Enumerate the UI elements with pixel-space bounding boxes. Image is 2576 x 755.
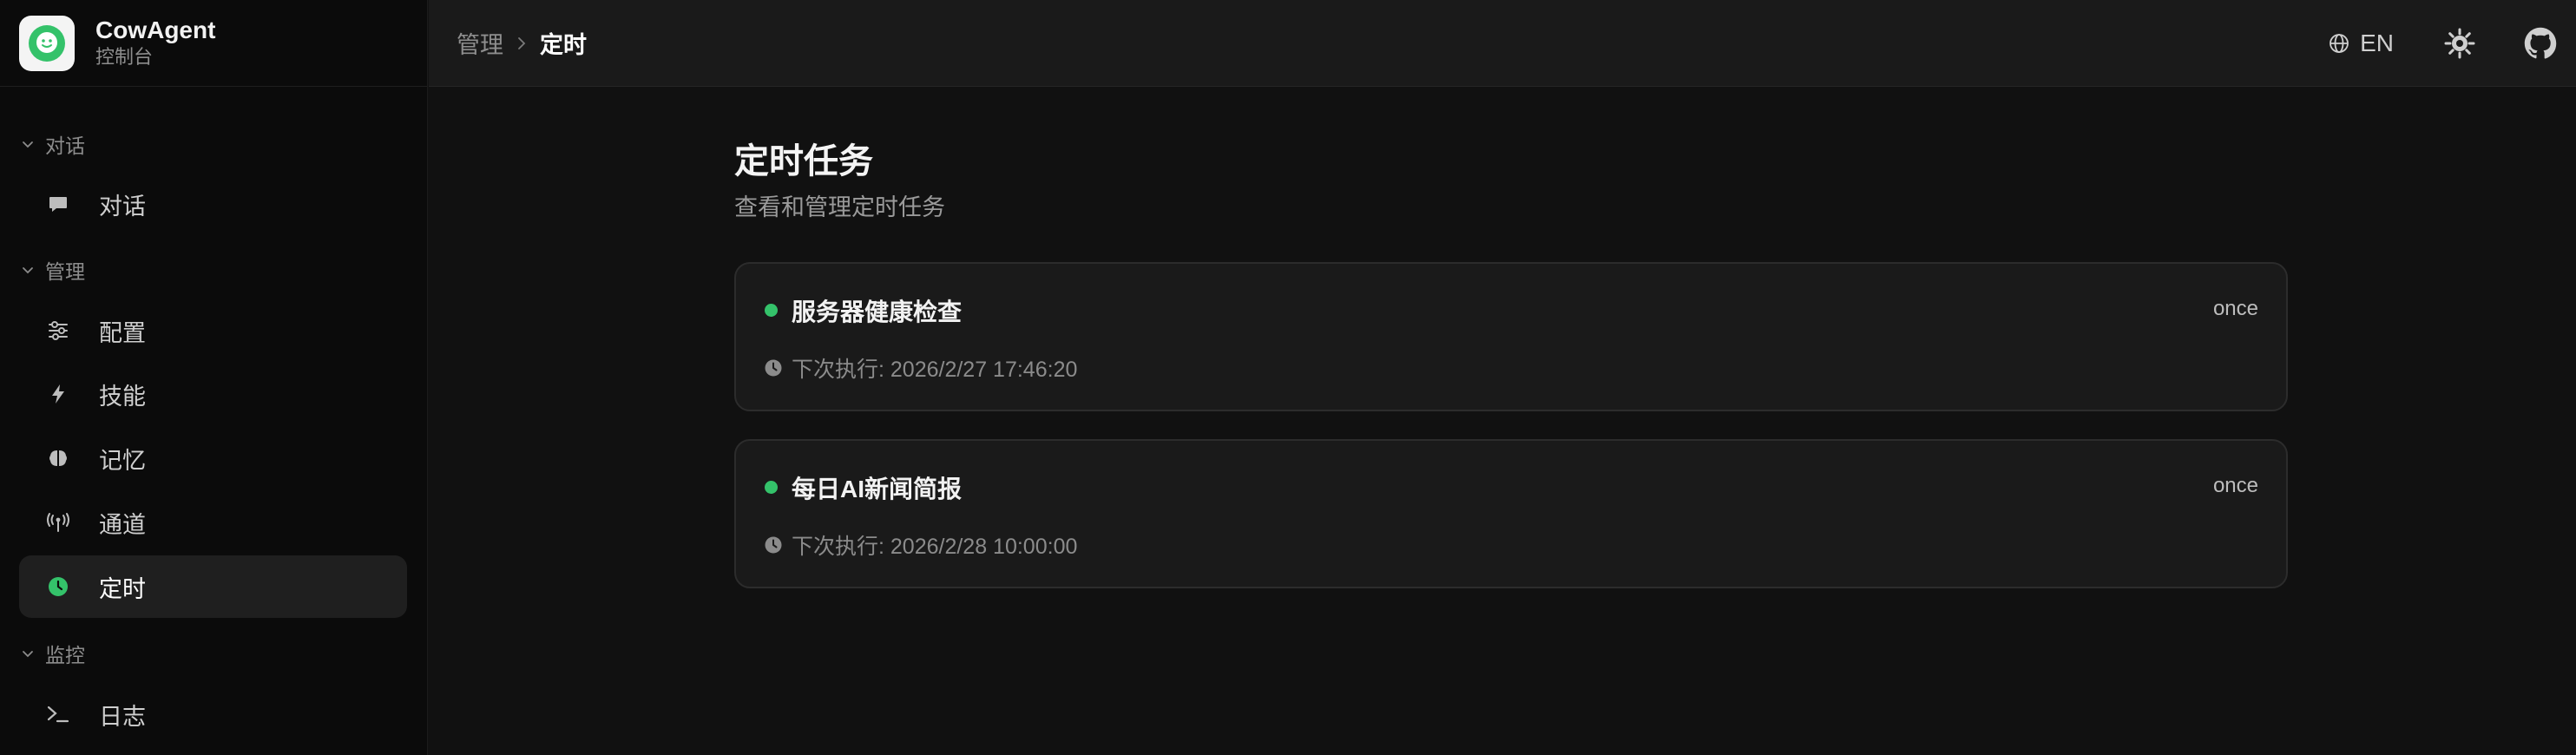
sidebar-item-channels[interactable]: 通道 [19, 491, 407, 554]
topbar-actions: EN [2329, 0, 2576, 87]
clock-icon [43, 572, 73, 601]
page-title: 定时任务 [734, 142, 873, 181]
chat-bubble-smile-icon [19, 15, 75, 71]
chevron-right-icon [516, 36, 528, 51]
chevron-down-icon [23, 267, 33, 274]
task-next-run: 下次执行: 2026/2/27 17:46:20 [764, 352, 1077, 384]
page-subtitle: 查看和管理定时任务 [734, 194, 945, 220]
brand-subtitle: 控制台 [95, 45, 154, 68]
task-schedule-type: once [2212, 474, 2258, 497]
nav-group-manage[interactable]: 管理 [21, 253, 85, 287]
brand[interactable]: CowAgent 控制台 [0, 0, 427, 87]
status-dot [765, 304, 778, 317]
message-icon [43, 189, 73, 219]
sidebar-item-label: 通道 [99, 511, 146, 538]
breadcrumb-current: 定时 [540, 32, 587, 58]
breadcrumb-parent[interactable]: 管理 [457, 26, 503, 60]
sidebar-item-skills[interactable]: 技能 [19, 363, 407, 425]
app-window: CowAgent 控制台 对话 对话 管理 配置 技能 记忆 通道 定时 监控 … [0, 0, 2576, 755]
task-schedule-type: once [2212, 297, 2258, 320]
sidebar-item-label: 记忆 [99, 447, 146, 474]
status-dot [765, 481, 778, 494]
lightning-icon [43, 379, 73, 409]
chevron-down-icon [23, 651, 33, 658]
task-card[interactable]: 每日AI新闻简报 once 下次执行: 2026/2/28 10:00:00 [734, 439, 2288, 588]
language-label: EN [2360, 30, 2394, 56]
sidebar-item-label: 对话 [99, 193, 146, 220]
clock-icon [765, 536, 782, 554]
sidebar-item-chat[interactable]: 对话 [19, 173, 407, 235]
nav-group-chat[interactable]: 对话 [21, 127, 85, 161]
sidebar-item-schedule[interactable]: 定时 [19, 555, 407, 618]
language-toggle[interactable]: EN [2329, 30, 2394, 57]
nav-group-monitor[interactable]: 监控 [21, 636, 85, 671]
clock-icon [765, 359, 782, 377]
chevron-down-icon [23, 141, 33, 148]
topbar: 管理 定时 EN [429, 0, 2576, 87]
main-content: 定时任务 查看和管理定时任务 服务器健康检查 once 下次执行: 2026/2… [429, 88, 2576, 755]
task-next-run-text: 下次执行: 2026/2/27 17:46:20 [792, 358, 1078, 382]
sidebar-item-config[interactable]: 配置 [19, 299, 407, 362]
brain-icon [43, 443, 73, 473]
task-name: 每日AI新闻简报 [792, 476, 963, 502]
sun-icon [2444, 28, 2475, 59]
sidebar-item-label: 技能 [99, 383, 146, 410]
sidebar-item-label: 配置 [99, 319, 146, 346]
github-link[interactable] [2524, 27, 2557, 60]
theme-toggle-button[interactable] [2444, 28, 2475, 59]
task-card[interactable]: 服务器健康检查 once 下次执行: 2026/2/27 17:46:20 [734, 262, 2288, 411]
sidebar-item-logs[interactable]: 日志 [19, 683, 407, 745]
globe-icon [2330, 34, 2349, 53]
sidebar: CowAgent 控制台 对话 对话 管理 配置 技能 记忆 通道 定时 监控 … [0, 0, 428, 755]
sliders-icon [43, 316, 73, 345]
antenna-icon [43, 508, 73, 537]
task-name: 服务器健康检查 [792, 299, 963, 325]
task-next-run: 下次执行: 2026/2/28 10:00:00 [764, 529, 1077, 561]
nav-group-label: 管理 [45, 260, 85, 283]
task-next-run-text: 下次执行: 2026/2/28 10:00:00 [792, 535, 1078, 559]
breadcrumb: 管理 定时 [457, 26, 587, 60]
nav-group-label: 对话 [45, 135, 85, 157]
brand-title: CowAgent [95, 16, 216, 43]
sidebar-item-label: 日志 [99, 703, 146, 730]
sidebar-item-memory[interactable]: 记忆 [19, 427, 407, 489]
sidebar-item-label: 定时 [99, 575, 146, 602]
nav-group-label: 监控 [45, 644, 85, 666]
github-icon [2524, 27, 2557, 59]
terminal-icon [43, 699, 73, 729]
